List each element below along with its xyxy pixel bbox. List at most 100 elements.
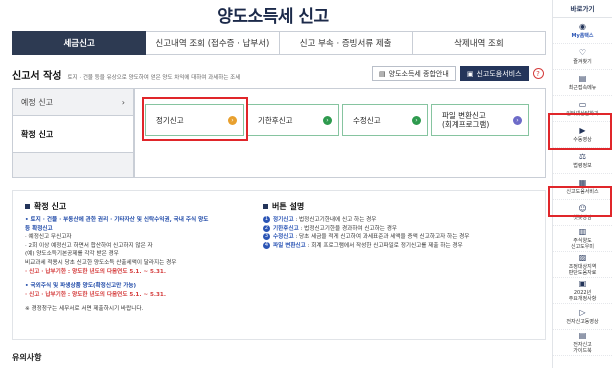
arrow-right-icon: ›	[513, 115, 522, 125]
question-icon[interactable]: ?	[532, 68, 544, 79]
button-desc-title: 버튼 설명	[272, 202, 305, 211]
info-line: ※ 경정청구는 세무서로 서면 제출하시기 바랍니다.	[25, 306, 144, 313]
final-filing-info: 확정 신고 • 토지 · 건물 · 부동산에 관한 권리 · 기타자산 및 신탁…	[25, 201, 265, 314]
quick-item[interactable]: ⚖ 법령정보	[553, 148, 612, 174]
quick-item-label: 주식양도 신고도우미	[570, 238, 594, 250]
quick-item[interactable]: ▤ 최근접속메뉴	[553, 70, 612, 96]
quick-item[interactable]: ▨ 조정대상지역 판단도움자료	[553, 252, 612, 278]
page-title: 양도소득세 신고	[217, 7, 329, 27]
final-filing-heading: 확정 신고	[25, 201, 265, 212]
button-desc-name: 수정신고	[273, 234, 294, 241]
button-desc-text: : 법정신고기한을 경과하여 신고하는 경우	[298, 225, 398, 232]
document-icon: ▤	[379, 69, 386, 78]
quick-item[interactable]: ♡ 즐겨찾기	[553, 44, 612, 70]
quick-item[interactable]: ▤ 전자신고 가이드북	[553, 330, 612, 356]
highlight-box	[142, 97, 248, 141]
guide-icon: ▤	[578, 331, 587, 340]
tax-guide-label: 양도소득세 종합안내	[388, 69, 449, 78]
number-icon: 2	[263, 224, 270, 232]
info-line: · 신고 · 납부기한 : 양도한 년도의 다음연도 5.1. ~ 5.31.	[25, 291, 166, 298]
number-icon: 4	[263, 241, 270, 249]
page: 양도소득세 신고 세금신고 신고내역 조회 (접수증 · 납부서) 신고 부속 …	[0, 0, 612, 368]
quick-item-label: 법령정보	[573, 163, 592, 169]
button-desc-item: 1 정기신고 : 법정신고기한내에 신고 하는 경우	[263, 216, 543, 225]
bullet-square-icon	[263, 204, 268, 209]
main-tabs: 세금신고 신고내역 조회 (접수증 · 납부서) 신고 부속 · 증빙서류 제출…	[12, 31, 546, 55]
info-line: · 2회 이상 예정신고 하면서 합산하여 신고하지 않은 자	[25, 242, 153, 249]
quick-item-label: 전자신고동영상	[566, 319, 599, 325]
button-desc-name: 파일 변환신고	[273, 242, 306, 249]
map-icon: ▨	[578, 253, 587, 262]
quick-item[interactable]: ▷ 전자신고동영상	[553, 304, 612, 330]
scale-icon: ⚖	[578, 152, 587, 161]
quick-item-label: 즐겨찾기	[573, 59, 592, 65]
info-line: · 신고 · 납부기한 : 양도한 년도의 다음연도 5.1. ~ 5.31.	[25, 268, 166, 275]
card-label: 파일 변환신고 (회계프로그램)	[442, 111, 490, 129]
info-line: (예) 양도소득기본공제를 각각 받은 경우	[25, 251, 119, 258]
tax-guide-button[interactable]: ▤ 양도소득세 종합안내	[372, 66, 456, 81]
late-filing-button[interactable]: 기한후신고 ›	[247, 104, 339, 136]
tab-documents-submit[interactable]: 신고 부속 · 증빙서류 제출	[279, 31, 413, 55]
recent-icon: ▤	[578, 74, 587, 83]
button-desc-item: 3 수정신고 : 당초 세금을 적게 신고하여 과세표준과 세액을 증액 신고하…	[263, 233, 543, 242]
button-desc-text: : 당초 세금을 적게 신고하여 과세표준과 세액을 증액 신고하고자 하는 경…	[293, 234, 470, 241]
button-desc-item: 4 파일 변환신고 : 회계 프로그램에서 작성한 신고파일로 정기신고를 제출…	[263, 241, 543, 251]
section-header: 신고서 작성 토지 · 건물 등을 유상으로 양도하여 얻은 양도 차익에 대하…	[12, 67, 240, 82]
info-line: · 예정신고 무신고자	[25, 234, 72, 241]
tab-deleted-history[interactable]: 삭제내역 조회	[412, 31, 546, 55]
card-label: 수정신고	[353, 115, 381, 125]
monitor-icon: ▣	[466, 69, 474, 78]
quick-item[interactable]: ◉ My홈택스	[553, 18, 612, 44]
button-desc-name: 정기신고	[273, 217, 294, 223]
card-label: 기한후신고	[258, 115, 293, 125]
button-desc-text: : 법정신고기한내에 신고 하는 경우	[293, 217, 377, 223]
section-title: 신고서 작성	[12, 71, 62, 82]
number-icon: 1	[263, 216, 270, 223]
tab-filing-history[interactable]: 신고내역 조회 (접수증 · 납부서)	[146, 31, 280, 55]
notes-heading: 유의사항	[12, 353, 42, 362]
quick-item[interactable]: ▣ 2022년 주요개정사항	[553, 278, 612, 304]
file-conversion-filing-button[interactable]: 파일 변환신고 (회계프로그램) ›	[431, 104, 529, 136]
menu-item-label: 예정 신고	[21, 97, 53, 107]
quick-item-label: My홈택스	[571, 33, 594, 39]
bullet-square-icon	[25, 204, 30, 209]
chat-icon: ▭	[578, 100, 587, 109]
person-icon: ◉	[579, 22, 586, 31]
info-section: 확정 신고 • 토지 · 건물 · 부동산에 관한 권리 · 기타자산 및 신탁…	[12, 190, 546, 340]
menu-item-final[interactable]: 확정 신고	[13, 115, 133, 153]
button-desc-item: 2 기한후신고 : 법정신고기한을 경과하여 신고하는 경우	[263, 224, 543, 234]
menu-item-label: 확정 신고	[21, 129, 54, 139]
book-icon: ▣	[578, 279, 587, 288]
help-service-button[interactable]: ▣ 신고도움서비스	[459, 66, 529, 81]
quick-item[interactable]: ▥ 주식양도 신고도우미	[553, 226, 612, 252]
highlight-box	[548, 186, 612, 217]
filing-type-menu: 예정 신고 › 확정 신고	[12, 88, 134, 178]
help-service-label: 신고도움서비스	[476, 69, 522, 78]
button-desc-heading: 버튼 설명	[263, 201, 543, 212]
amended-filing-button[interactable]: 수정신고 ›	[342, 104, 428, 136]
tab-tax-filing[interactable]: 세금신고	[12, 31, 147, 55]
button-descriptions: 버튼 설명 1 정기신고 : 법정신고기한내에 신고 하는 경우 2 기한후신고…	[263, 201, 543, 250]
menu-item-preliminary[interactable]: 예정 신고 ›	[13, 89, 133, 115]
chevron-right-icon: ›	[121, 97, 125, 107]
quick-menu: 바로가기 ◉ My홈택스 ♡ 즐겨찾기 ▤ 최근접속메뉴 ▭ 인터넷상담하기 ▶ 수동영상 ⚖ 법령정…	[552, 0, 612, 368]
button-desc-text: : 회계 프로그램에서 작성한 신고파일로 정기신고를 제출 하는 경우	[305, 242, 463, 249]
info-line: • 국외주식 및 파생상품 양도(확정신고만 가능)	[25, 283, 137, 290]
heart-icon: ♡	[578, 48, 587, 57]
info-line: 등 확정신고	[25, 225, 53, 232]
info-line: • 토지 · 건물 · 부동산에 관한 권리 · 기타자산 및 신탁수익권, 국…	[25, 217, 209, 223]
section-desc: 토지 · 건물 등을 유상으로 양도하여 얻은 양도 차익에 대하여 과세하는 …	[67, 75, 241, 81]
arrow-right-icon: ›	[323, 115, 332, 125]
info-line: 비교과세 적용시 당초 신고한 양도소득 산출세액이 달라지는 경우	[25, 259, 177, 266]
number-icon: 3	[263, 233, 270, 241]
arrow-right-icon: ›	[412, 115, 421, 125]
header-buttons: ▤ 양도소득세 종합안내 ▣ 신고도움서비스 ?	[372, 66, 544, 81]
final-filing-title: 확정 신고	[34, 202, 67, 211]
quick-item-label: 최근접속메뉴	[568, 85, 597, 91]
play-icon: ▷	[579, 308, 586, 317]
quick-item-label: 2022년 주요개정사항	[568, 290, 597, 302]
quick-item-label: 조정대상지역 판단도움자료	[568, 264, 597, 276]
quick-item-label: 전자신고 가이드북	[573, 342, 592, 354]
highlight-box	[548, 113, 612, 150]
stock-icon: ▥	[578, 227, 587, 236]
